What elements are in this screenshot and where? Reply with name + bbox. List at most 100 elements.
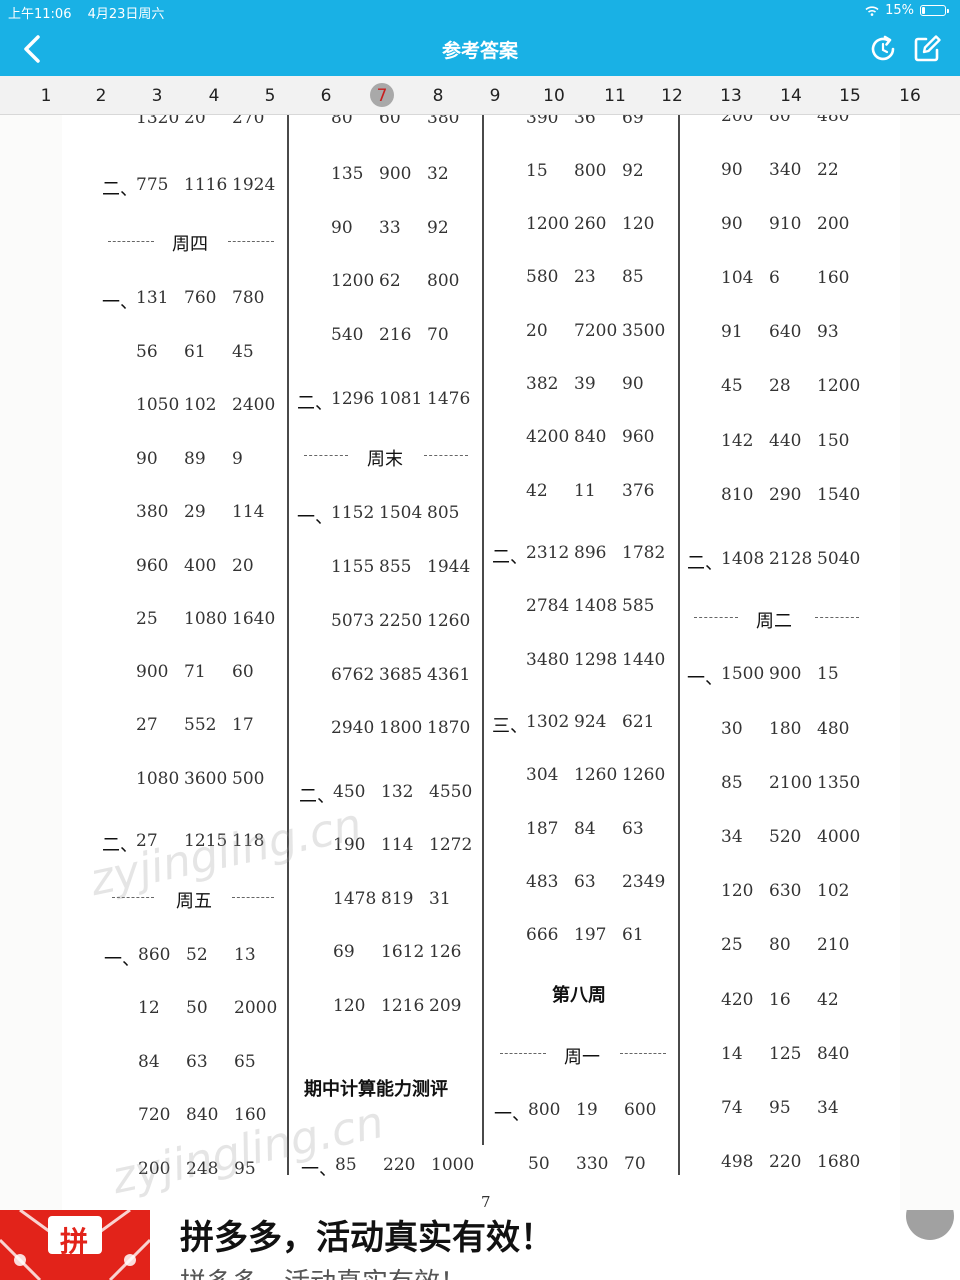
answer-value: 1540: [817, 485, 861, 505]
page-tab-10[interactable]: 10: [536, 76, 572, 114]
answer-value: 104: [721, 268, 754, 288]
page-tab-9[interactable]: 9: [477, 76, 513, 114]
page-tab-15[interactable]: 15: [832, 76, 868, 114]
answer-value: 4000: [817, 827, 861, 847]
column-divider: [482, 115, 484, 1145]
answer-value: 20: [526, 321, 548, 341]
answer-value: 1350: [817, 773, 861, 793]
answer-value: 1870: [427, 718, 471, 738]
page-tab-14[interactable]: 14: [773, 76, 809, 114]
answer-value: 666: [526, 925, 559, 945]
answer-value: 102: [817, 881, 850, 901]
ad-banner[interactable]: 拼 拼多多，活动真实有效！ 拼多多，活动真实有效！: [0, 1210, 960, 1280]
page-tab-11[interactable]: 11: [597, 76, 633, 114]
answer-value: 61: [622, 925, 644, 945]
answer-value: 71: [184, 662, 206, 682]
answer-value: 630: [769, 881, 802, 901]
page-tab-3[interactable]: 3: [139, 76, 175, 114]
answer-value: 1800: [379, 718, 423, 738]
pinduoduo-logo: 拼: [0, 1210, 152, 1280]
answer-value: 220: [383, 1155, 416, 1175]
page-tab-7[interactable]: 7: [364, 76, 400, 114]
answer-value: 180: [769, 719, 802, 739]
answer-value: 640: [769, 322, 802, 342]
page-tab-16[interactable]: 16: [892, 76, 928, 114]
answer-value: 480: [817, 115, 850, 126]
answer-value: 500: [232, 769, 265, 789]
answer-value: 1260: [622, 765, 666, 785]
answer-value: 95: [769, 1098, 791, 1118]
edit-icon[interactable]: [912, 34, 942, 64]
answer-value: 60: [379, 115, 401, 128]
answer-value: 1476: [427, 389, 471, 409]
answer-value: 85: [622, 267, 644, 287]
answer-value: 800: [528, 1100, 561, 1120]
answer-value: 1200: [331, 271, 375, 291]
refresh-icon[interactable]: [868, 34, 898, 64]
answer-value: 25: [136, 609, 158, 629]
answer-value: 63: [622, 819, 644, 839]
answer-page-photo[interactable]: 1320 20 270 二、 775 1116 1924 周四 一、 131 7…: [0, 115, 960, 1210]
nav-bar: 参考答案: [0, 22, 960, 76]
page-tab-1[interactable]: 1: [28, 76, 64, 114]
answer-value: 1272: [429, 835, 473, 855]
answer-value: 580: [526, 267, 559, 287]
answer-value: 69: [333, 942, 355, 962]
answer-value: 540: [331, 325, 364, 345]
answer-value: 30: [721, 719, 743, 739]
answer-value: 1000: [431, 1155, 475, 1175]
answer-value: 50: [528, 1154, 550, 1174]
section-label: 一、: [687, 668, 723, 689]
answer-value: 340: [769, 160, 802, 180]
page-tab-4[interactable]: 4: [196, 76, 232, 114]
answer-value: 93: [817, 322, 839, 342]
page-tab-5[interactable]: 5: [252, 76, 288, 114]
status-time: 上午11:06: [8, 7, 72, 22]
answer-value: 187: [526, 819, 559, 839]
answer-value: 90: [136, 449, 158, 469]
answer-value: 1298: [574, 650, 618, 670]
answer-value: 90: [721, 160, 743, 180]
answer-value: 142: [721, 431, 754, 451]
answer-value: 120: [721, 881, 754, 901]
answer-value: 2250: [379, 611, 423, 631]
answer-value: 6: [769, 268, 780, 288]
answer-value: 440: [769, 431, 802, 451]
answer-value: 22: [817, 160, 839, 180]
answer-value: 390: [526, 115, 559, 128]
answer-value: 9: [232, 449, 243, 469]
answer-value: 90: [721, 214, 743, 234]
answer-value: 70: [624, 1154, 646, 1174]
page-tab-2[interactable]: 2: [83, 76, 119, 114]
answer-value: 45: [721, 376, 743, 396]
answer-value: 3500: [622, 321, 666, 341]
answer-value: 896: [574, 543, 607, 563]
page-tab-12[interactable]: 12: [654, 76, 690, 114]
answer-value: 270: [232, 115, 265, 128]
answer-value: 900: [769, 664, 802, 684]
ad-close-button[interactable]: [906, 1210, 954, 1240]
answer-value: 1612: [381, 942, 425, 962]
answer-value: 552: [184, 715, 217, 735]
answer-value: 85: [721, 773, 743, 793]
answer-value: 819: [381, 889, 414, 909]
answer-value: 11: [574, 481, 596, 501]
answer-value: 74: [721, 1098, 743, 1118]
page-number: 7: [481, 1193, 491, 1210]
page-tab-13[interactable]: 13: [713, 76, 749, 114]
answer-value: 6762: [331, 665, 375, 685]
battery-percent: 15%: [885, 3, 914, 18]
page-tab-6[interactable]: 6: [308, 76, 344, 114]
answer-value: 2128: [769, 549, 813, 569]
answer-value: 1080: [184, 609, 228, 629]
answer-value: 150: [817, 431, 850, 451]
page-tab-8[interactable]: 8: [420, 76, 456, 114]
answer-value: 2784: [526, 596, 570, 616]
answer-value: 1200: [817, 376, 861, 396]
answer-value: 28: [769, 376, 791, 396]
day-heading: 周四: [172, 234, 208, 255]
answer-value: 760: [184, 288, 217, 308]
answer-value: 1640: [232, 609, 276, 629]
answer-value: 1408: [721, 549, 765, 569]
answer-value: 775: [136, 175, 169, 195]
